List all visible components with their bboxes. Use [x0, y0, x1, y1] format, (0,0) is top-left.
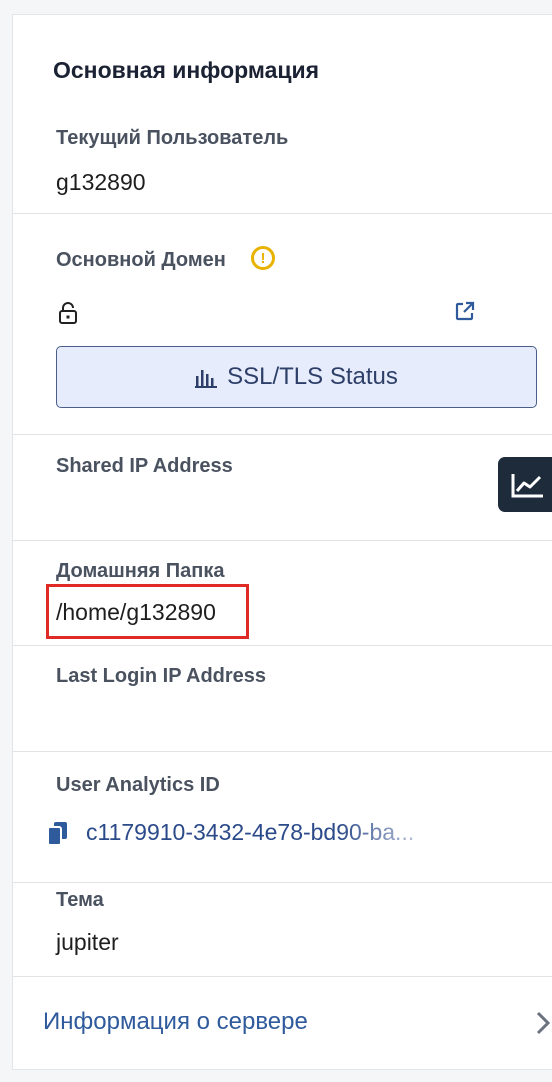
ssl-tls-status-label: SSL/TLS Status	[227, 363, 398, 390]
ssl-tls-status-button[interactable]: SSL/TLS Status	[56, 346, 537, 408]
divider	[13, 434, 552, 435]
divider	[13, 540, 552, 541]
line-chart-icon	[511, 473, 543, 497]
divider	[13, 751, 552, 752]
divider	[13, 645, 552, 646]
theme-label: Тема	[56, 889, 104, 911]
panel-title: Основная информация	[53, 57, 320, 83]
general-info-panel: Основная информация Текущий Пользователь…	[12, 14, 552, 1070]
exclamation-circle-icon[interactable]: !	[251, 246, 275, 270]
last-login-ip-label: Last Login IP Address	[56, 665, 267, 687]
current-user-label: Текущий Пользователь	[56, 127, 289, 149]
user-analytics-label: User Analytics ID	[56, 774, 220, 796]
bar-chart-icon	[195, 370, 218, 388]
server-info-link[interactable]: Информация о сервере	[43, 1008, 308, 1036]
divider	[13, 976, 552, 977]
highlight-box	[46, 584, 249, 639]
shared-ip-label: Shared IP Address	[56, 455, 233, 477]
divider	[13, 882, 552, 883]
unlock-icon	[59, 302, 77, 324]
current-user-value: g132890	[56, 169, 146, 195]
copy-icon[interactable]	[47, 821, 75, 847]
external-link-icon[interactable]	[454, 300, 476, 322]
chevron-right-icon[interactable]	[535, 1010, 551, 1036]
theme-value: jupiter	[56, 929, 119, 955]
stats-toggle-button[interactable]	[498, 457, 552, 512]
divider	[13, 213, 552, 214]
home-directory-label: Домашняя Папка	[56, 560, 225, 582]
main-domain-label: Основной Домен	[56, 249, 226, 271]
user-analytics-id-link[interactable]: c1179910-3432-4e78-bd90-ba...	[86, 819, 456, 846]
